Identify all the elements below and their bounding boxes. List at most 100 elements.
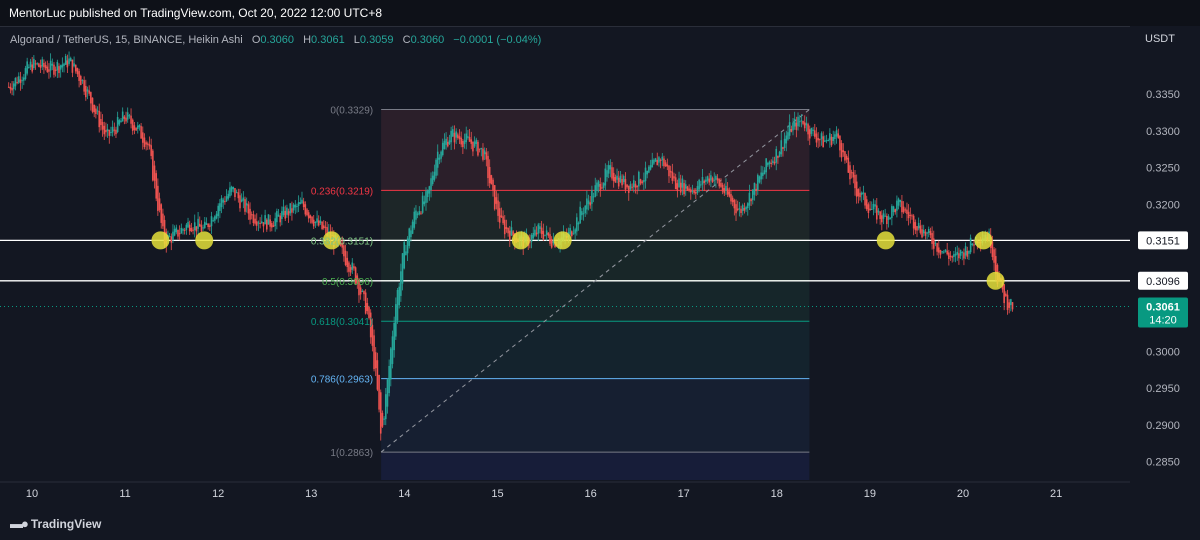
candle-body	[393, 322, 395, 351]
candle-body	[713, 179, 716, 181]
time-tick-label: 15	[491, 488, 503, 500]
candle-body	[767, 162, 769, 166]
candle-body	[197, 218, 199, 229]
marker-circle	[553, 231, 572, 250]
candle-body	[145, 142, 147, 145]
candle-body	[108, 130, 111, 136]
candle-body	[755, 188, 757, 192]
candle-body	[951, 256, 954, 258]
candle-body	[428, 186, 431, 194]
candle-body	[909, 214, 912, 216]
candle-body	[808, 129, 811, 139]
candle-body	[64, 56, 67, 65]
candle-body	[503, 219, 506, 235]
candle-body	[222, 199, 225, 203]
candle-body	[797, 116, 799, 127]
candle-body	[840, 143, 843, 158]
candle-body	[214, 216, 216, 221]
candle-body	[495, 197, 498, 204]
candle-body	[658, 157, 660, 163]
candle-body	[9, 86, 12, 90]
candle-body	[413, 211, 416, 228]
candle-body	[716, 177, 719, 181]
candle-body	[817, 138, 819, 141]
currency-label[interactable]: USDT	[1145, 33, 1175, 45]
footer	[0, 508, 1200, 540]
candle-body	[225, 196, 228, 202]
candle-body	[276, 211, 278, 223]
candle-body	[539, 226, 541, 230]
candle-body	[230, 186, 233, 192]
candle-body	[361, 290, 364, 292]
candle-body	[498, 208, 501, 223]
candle-body	[468, 137, 471, 142]
candle-body	[798, 121, 801, 123]
candle-body	[28, 66, 30, 68]
high-value: 0.3061	[311, 34, 345, 46]
candle-body	[475, 139, 478, 144]
candle-body	[852, 172, 855, 178]
candle-body	[579, 206, 581, 224]
tradingview-brand[interactable]: ▬● TradingView	[10, 516, 101, 531]
candle-body	[478, 148, 481, 150]
candle-body	[597, 181, 600, 187]
candle-body	[825, 140, 828, 142]
candle-body	[433, 171, 436, 180]
candle-body	[730, 194, 732, 202]
candle-body	[688, 188, 690, 191]
candle-body	[969, 237, 972, 253]
candle-body	[81, 79, 84, 81]
candle-body	[535, 232, 538, 235]
candle-body	[384, 394, 387, 420]
candle-body	[773, 161, 776, 164]
price-tick-label: 0.2950	[1146, 383, 1180, 395]
candle-body	[388, 365, 390, 394]
candle-body	[596, 182, 598, 191]
candle-body	[545, 230, 548, 235]
candle-body	[349, 267, 352, 273]
candle-body	[286, 207, 288, 215]
candle-body	[374, 352, 377, 369]
fib-level-label: 0.786(0.2963)	[311, 375, 373, 386]
candle-body	[1008, 302, 1010, 308]
candle-body	[927, 229, 930, 234]
price-chart[interactable]: 0(0.3329) 0.236(0.3219) 0.382(0.3151) 0.5(0…	[0, 0, 1200, 508]
candle-body	[178, 233, 181, 235]
candle-body	[534, 229, 536, 236]
candle-body	[607, 165, 610, 174]
candle-body	[994, 256, 997, 274]
candle-body	[834, 134, 836, 140]
candle-body	[902, 206, 905, 213]
candle-body	[733, 199, 736, 209]
candle-body	[760, 172, 762, 180]
candle-body	[217, 205, 219, 217]
legend-line: Algorand / TetherUS, 15, BINANCE, Heikin…	[10, 34, 541, 46]
fib-band	[381, 190, 810, 241]
candle-body	[879, 211, 881, 220]
candle-body	[763, 170, 766, 175]
candle-body	[850, 172, 853, 174]
candle-body	[609, 165, 612, 170]
candle-body	[482, 148, 484, 160]
candle-body	[110, 132, 112, 134]
candle-body	[914, 222, 917, 231]
candle-body	[235, 192, 238, 194]
candle-body	[396, 289, 399, 321]
candle-body	[205, 223, 208, 225]
candle-body	[993, 249, 995, 263]
candle-body	[66, 60, 69, 68]
candle-body	[735, 204, 737, 214]
candle-body	[348, 262, 350, 272]
candle-body	[237, 192, 240, 199]
candle-body	[731, 197, 734, 203]
candle-body	[289, 203, 292, 214]
candle-body	[700, 184, 702, 186]
candle-body	[177, 229, 179, 237]
candle-body	[778, 151, 781, 157]
candle-body	[254, 218, 256, 224]
candle-body	[867, 204, 870, 214]
candle-body	[262, 222, 265, 227]
candle-body	[185, 224, 188, 231]
candle-body	[247, 204, 250, 214]
candle-body	[842, 150, 845, 153]
